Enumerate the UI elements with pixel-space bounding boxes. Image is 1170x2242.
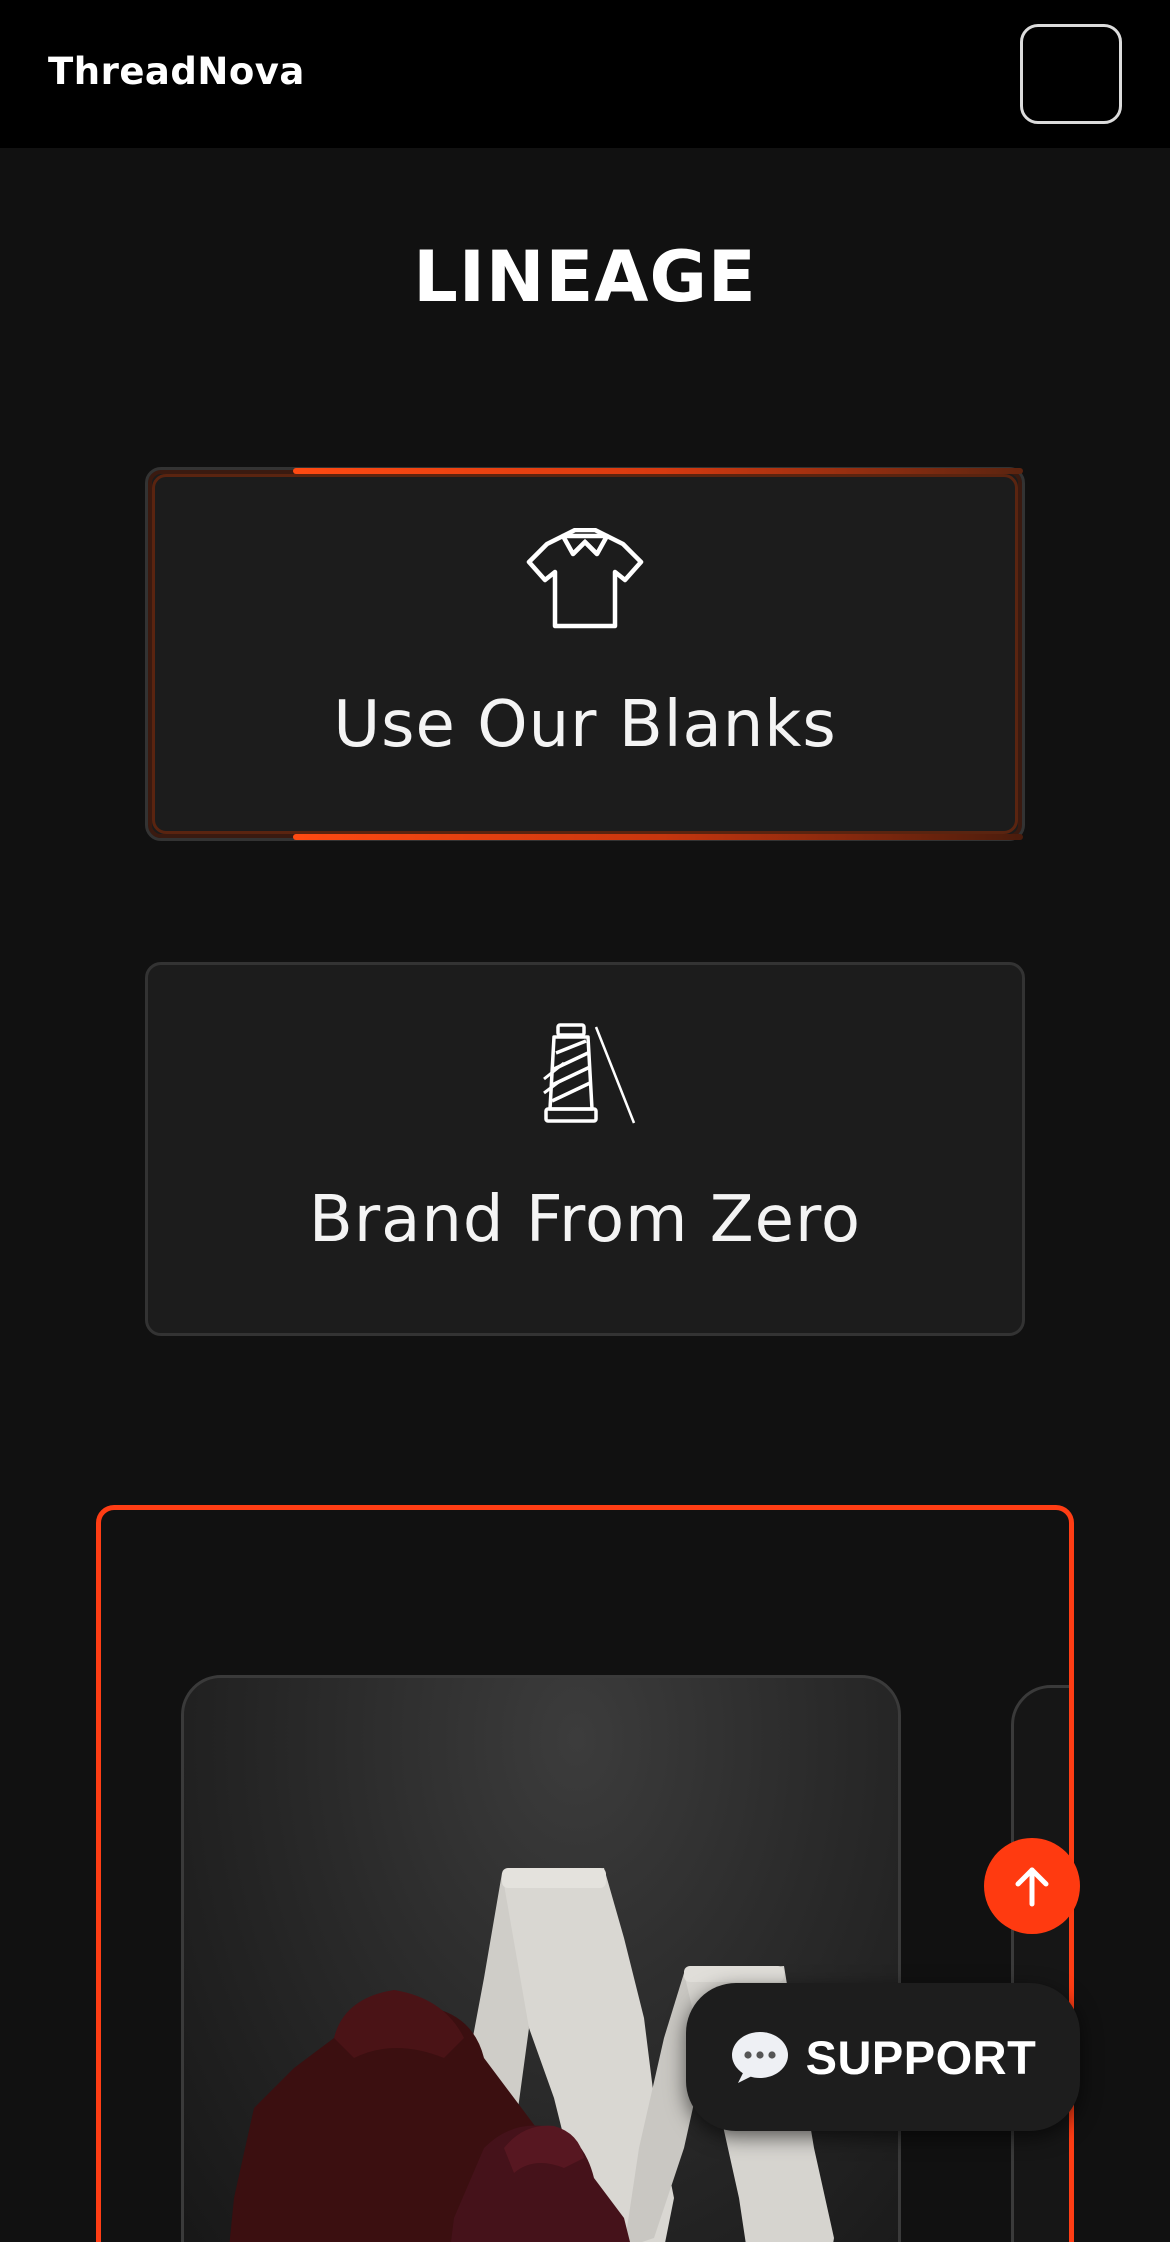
support-button[interactable]: SUPPORT [686,1983,1080,2131]
option-card-brand-from-zero[interactable]: Brand From Zero [145,962,1025,1336]
support-label: SUPPORT [805,2030,1037,2084]
section-title: LINEAGE [413,236,757,318]
product-showcase [96,1505,1074,2242]
thread-spool-needle-icon [543,1023,636,1124]
top-bar: ThreadNova [0,0,1170,148]
hoodie-and-sweatpants-image [229,1868,834,2242]
option-card-use-our-blanks[interactable]: Use Our Blanks [145,467,1025,841]
brand-logo[interactable]: ThreadNova [48,50,305,93]
card-label: Use Our Blanks [333,688,837,762]
speech-bubble-icon [731,2032,788,2083]
card-accent-top [293,468,1023,474]
product-card[interactable] [181,1675,901,2242]
arrow-up-icon [1015,1867,1049,1907]
menu-button[interactable] [1020,24,1122,124]
product-card-next[interactable] [1011,1685,1069,2242]
tshirt-icon [526,528,644,629]
card-label: Brand From Zero [308,1183,862,1257]
scroll-to-top-button[interactable] [984,1838,1080,1934]
card-accent-bottom [293,834,1023,840]
